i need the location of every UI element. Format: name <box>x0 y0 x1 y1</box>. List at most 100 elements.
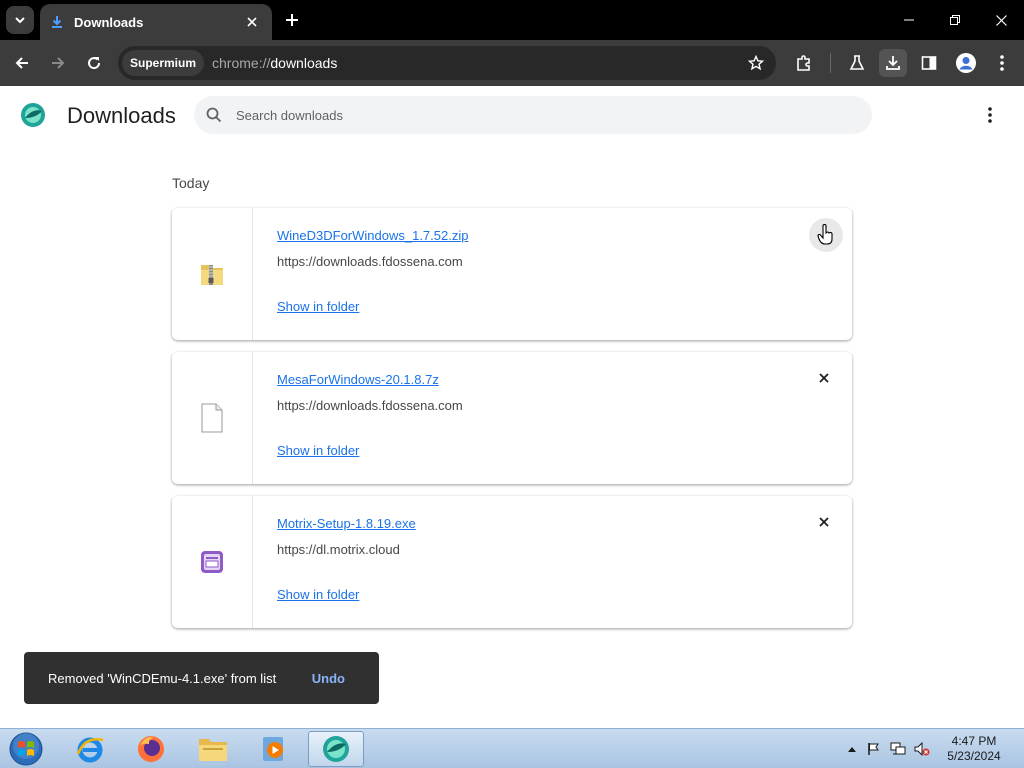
taskbar-media-player[interactable] <box>246 731 302 767</box>
internet-explorer-icon <box>76 737 104 763</box>
side-panel-button[interactable] <box>915 49 943 77</box>
clock-date: 5/23/2024 <box>947 749 1001 763</box>
search-input[interactable] <box>236 107 836 123</box>
downloads-button[interactable] <box>879 49 907 77</box>
file-icon-column <box>172 352 253 484</box>
file-name-link[interactable]: WineD3DForWindows_1.7.52.zip <box>277 228 468 243</box>
network-tray[interactable] <box>890 741 906 757</box>
file-icon-column <box>172 496 253 628</box>
page-title: Downloads <box>67 103 176 128</box>
volume-tray[interactable] <box>914 741 930 757</box>
star-icon <box>748 55 764 71</box>
hand-cursor-icon <box>817 224 833 245</box>
reload-button[interactable] <box>80 49 108 77</box>
show-in-folder-link[interactable]: Show in folder <box>277 587 359 602</box>
plus-icon <box>286 14 298 26</box>
file-source-url: https://downloads.fdossena.com <box>277 398 463 413</box>
tab-close-button[interactable] <box>242 12 262 32</box>
flag-icon <box>868 743 879 755</box>
more-vert-icon <box>988 107 992 123</box>
removed-toast: Removed 'WinCDEmu-4.1.exe' from list Und… <box>24 652 379 704</box>
taskbar-file-explorer[interactable] <box>185 731 241 767</box>
remove-from-list-button[interactable] <box>814 512 834 532</box>
arrow-left-icon <box>15 57 28 69</box>
action-center-tray[interactable] <box>866 741 882 757</box>
chevron-down-icon <box>15 17 25 24</box>
new-tab-button[interactable] <box>280 8 304 32</box>
tab-downloads[interactable]: Downloads <box>40 4 272 40</box>
supermium-logo <box>20 102 46 128</box>
minimize-icon <box>904 19 914 21</box>
firefox-icon <box>138 736 164 762</box>
download-item: WineD3DForWindows_1.7.52.zip https://dow… <box>172 208 852 340</box>
file-name-link[interactable]: MesaForWindows-20.1.8.7z <box>277 372 439 387</box>
supermium-icon <box>323 736 349 762</box>
puzzle-icon <box>797 55 810 71</box>
bookmark-button[interactable] <box>744 51 768 75</box>
taskbar-internet-explorer[interactable] <box>62 731 118 767</box>
avatar-icon <box>956 53 976 73</box>
tab-search-button[interactable] <box>6 6 34 34</box>
close-icon <box>819 517 829 527</box>
profile-button[interactable] <box>952 49 980 77</box>
file-name-link[interactable]: Motrix-Setup-1.8.19.exe <box>277 516 416 531</box>
file-icon-column <box>172 208 253 340</box>
address-bar[interactable]: Supermium chrome://downloads <box>118 46 776 80</box>
download-icon <box>886 56 900 70</box>
zip-folder-icon <box>201 265 223 285</box>
title-bar: Downloads <box>0 0 1024 40</box>
remove-from-list-button[interactable] <box>809 218 843 252</box>
file-explorer-icon <box>199 739 227 761</box>
motrix-app-icon <box>201 551 223 573</box>
remove-from-list-button[interactable] <box>814 368 834 388</box>
taskbar: 4:47 PM 5/23/2024 <box>0 728 1024 768</box>
restore-icon <box>950 15 960 25</box>
undo-button[interactable]: Undo <box>312 671 345 686</box>
download-item: MesaForWindows-20.1.8.7z https://downloa… <box>172 352 852 484</box>
arrow-right-icon <box>52 57 65 69</box>
file-source-url: https://downloads.fdossena.com <box>277 254 463 269</box>
search-downloads-box[interactable] <box>194 96 872 134</box>
browser-menu-button[interactable] <box>988 49 1016 77</box>
taskbar-supermium[interactable] <box>308 731 364 767</box>
show-in-folder-link[interactable]: Show in folder <box>277 299 359 314</box>
flask-icon <box>849 55 865 70</box>
taskbar-firefox[interactable] <box>123 731 179 767</box>
tab-title: Downloads <box>74 14 144 30</box>
file-source-url: https://dl.motrix.cloud <box>277 542 400 557</box>
system-clock[interactable]: 4:47 PM 5/23/2024 <box>938 734 1010 764</box>
url-text[interactable]: chrome://downloads <box>212 55 337 71</box>
restore-button[interactable] <box>932 0 978 40</box>
blank-file-icon <box>201 403 223 433</box>
clock-time: 4:47 PM <box>951 734 997 748</box>
labs-button[interactable] <box>843 49 871 77</box>
search-icon <box>206 107 222 123</box>
media-player-icon <box>263 737 283 761</box>
windows-orb-icon <box>9 732 43 766</box>
site-chip[interactable]: Supermium <box>122 50 205 76</box>
minimize-button[interactable] <box>886 0 932 40</box>
extensions-button[interactable] <box>790 49 818 77</box>
show-in-folder-link[interactable]: Show in folder <box>277 443 359 458</box>
download-icon <box>52 16 62 28</box>
show-hidden-icons-button[interactable] <box>844 741 860 757</box>
close-icon <box>995 14 1007 26</box>
close-icon <box>819 373 829 383</box>
network-icon <box>890 742 906 755</box>
forward-button[interactable] <box>44 49 72 77</box>
date-section-label: Today <box>172 175 210 191</box>
side-panel-icon <box>921 56 937 70</box>
reload-icon <box>88 57 101 70</box>
volume-muted-icon <box>914 742 930 756</box>
download-item: Motrix-Setup-1.8.19.exe https://dl.motri… <box>172 496 852 628</box>
more-vert-icon <box>1000 55 1004 71</box>
browser-toolbar: Supermium chrome://downloads <box>0 40 1024 86</box>
page-menu-button[interactable] <box>978 103 1002 127</box>
close-window-button[interactable] <box>978 0 1024 40</box>
url-path: downloads <box>270 55 338 71</box>
toolbar-divider <box>830 53 831 73</box>
toast-message: Removed 'WinCDEmu-4.1.exe' from list <box>48 670 277 686</box>
start-button[interactable] <box>6 731 46 767</box>
back-button[interactable] <box>8 49 36 77</box>
chevron-up-icon <box>848 747 856 752</box>
